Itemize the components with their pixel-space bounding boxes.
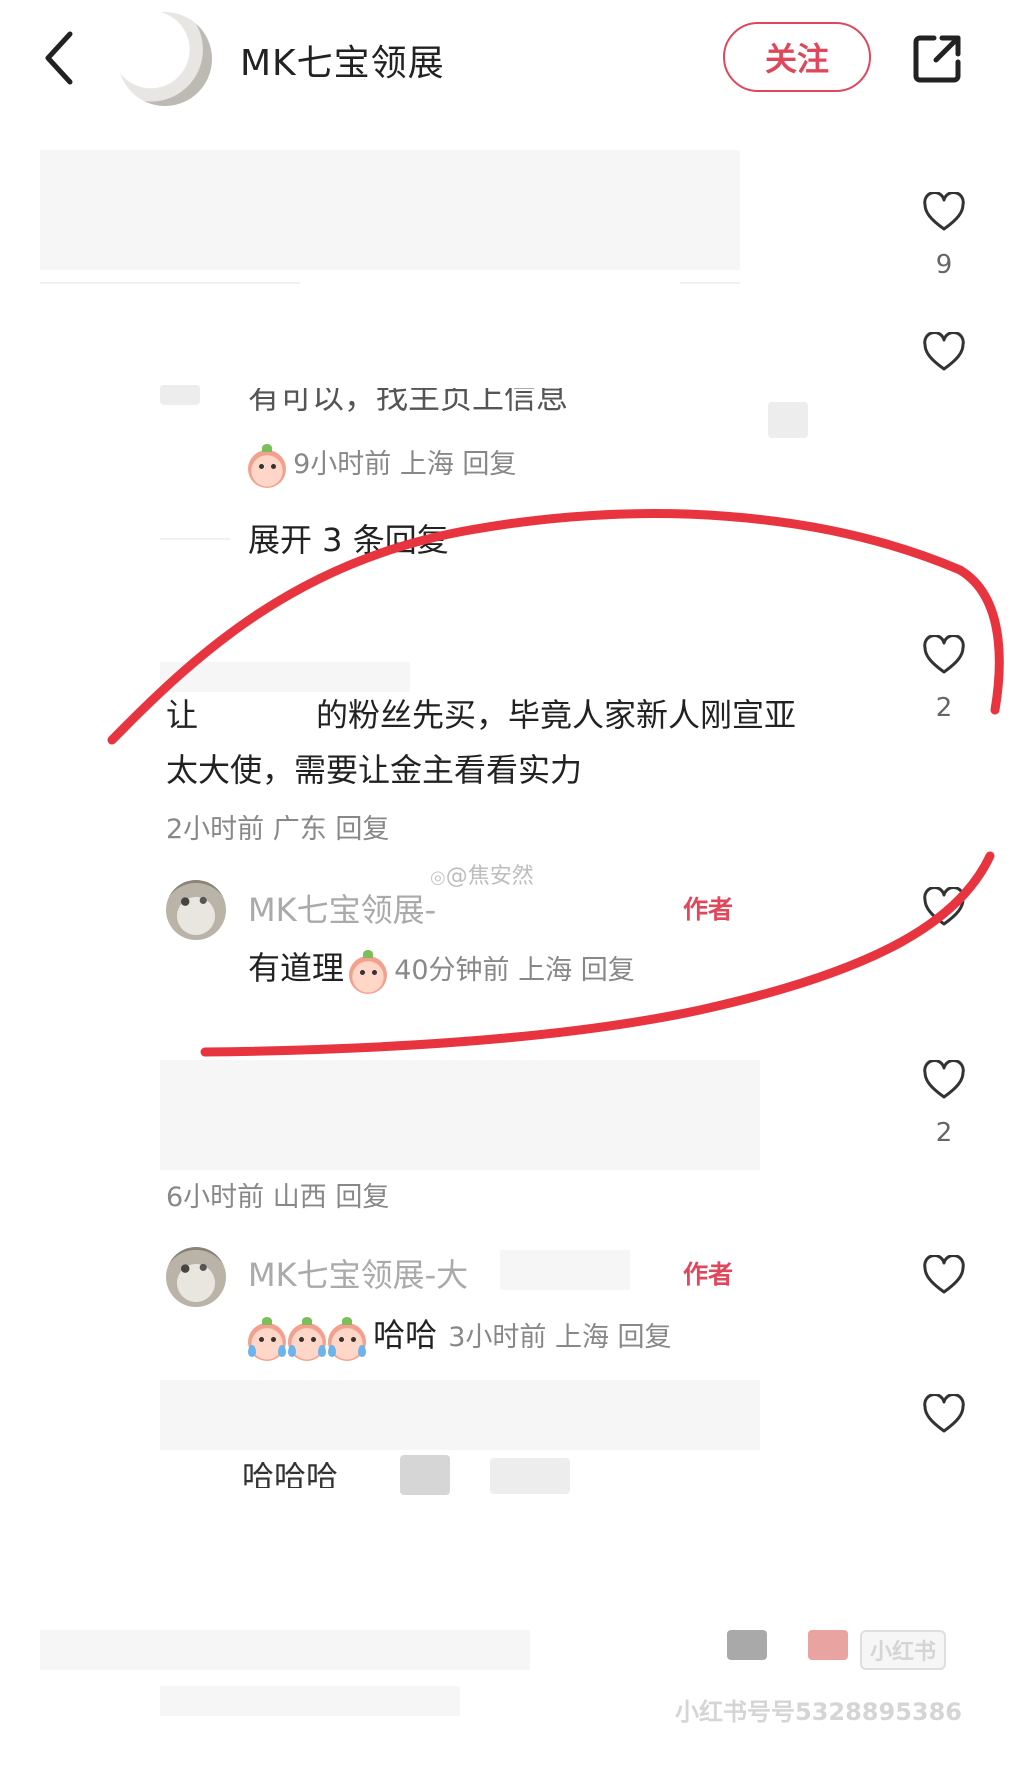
annotation-circle [107, 509, 1004, 1057]
